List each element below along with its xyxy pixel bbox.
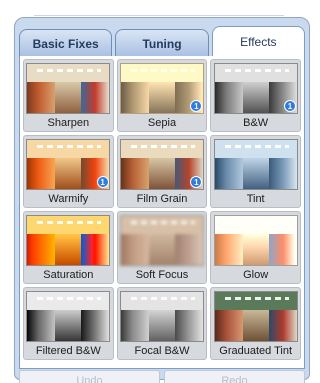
effect-graduated-tint[interactable]: Graduated Tint xyxy=(210,287,301,360)
effect-thumbnail xyxy=(213,291,298,342)
effect-film-grain[interactable]: 1 Film Grain xyxy=(116,135,208,208)
effect-saturation[interactable]: Saturation xyxy=(23,211,114,284)
effect-thumbnail xyxy=(213,215,298,266)
effect-bw[interactable]: 1 B&W xyxy=(210,59,301,132)
effect-soft-focus[interactable]: Soft Focus xyxy=(116,211,208,284)
effect-thumbnail xyxy=(119,291,204,342)
history-actions: Undo Redo xyxy=(19,370,305,383)
effect-label: Saturation xyxy=(43,269,94,281)
effect-focal-bw[interactable]: Focal B&W xyxy=(116,287,208,360)
effect-label: B&W xyxy=(243,117,269,129)
effect-warmify[interactable]: 1 Warmify xyxy=(23,135,114,208)
tab-tuning[interactable]: Tuning xyxy=(115,29,209,57)
effect-tint[interactable]: Tint xyxy=(210,135,301,208)
effect-label: Filtered B&W xyxy=(35,345,101,357)
effect-label: Sharpen xyxy=(47,117,90,129)
tab-basic-fixes[interactable]: Basic Fixes xyxy=(19,29,113,57)
effect-label: Warmify xyxy=(48,193,89,205)
effect-label: Tint xyxy=(246,193,265,205)
effect-label: Graduated Tint xyxy=(219,345,293,357)
effect-label: Focal B&W xyxy=(134,345,190,357)
effect-thumbnail xyxy=(26,63,111,114)
edit-panel: Basic Fixes Tuning Effects Sharpen 1 Sep… xyxy=(14,17,310,383)
effect-label: Film Grain xyxy=(136,193,188,205)
tab-bar: Basic Fixes Tuning Effects xyxy=(19,26,305,57)
effect-thumbnail xyxy=(119,215,204,266)
count-badge: 1 xyxy=(283,100,296,112)
effect-label: Sepia xyxy=(147,117,177,129)
redo-button[interactable]: Redo xyxy=(164,370,305,383)
undo-button[interactable]: Undo xyxy=(19,370,160,383)
count-badge: 1 xyxy=(96,176,109,188)
tab-effects[interactable]: Effects xyxy=(211,26,305,57)
top-divider xyxy=(34,0,284,16)
effect-glow[interactable]: Glow xyxy=(210,211,301,284)
effect-sharpen[interactable]: Sharpen xyxy=(23,59,114,132)
effects-grid: Sharpen 1 Sepia 1 B&W 1 Warmify 1 Film G… xyxy=(23,59,301,360)
effect-filtered-bw[interactable]: Filtered B&W xyxy=(23,287,114,360)
effect-label: Soft Focus xyxy=(135,269,189,281)
effect-thumbnail xyxy=(26,215,111,266)
effects-content: Sharpen 1 Sepia 1 B&W 1 Warmify 1 Film G… xyxy=(19,56,305,369)
effect-sepia[interactable]: 1 Sepia xyxy=(116,59,208,132)
effect-thumbnail xyxy=(26,291,111,342)
effect-thumbnail xyxy=(213,139,298,190)
effect-label: Glow xyxy=(243,269,269,281)
